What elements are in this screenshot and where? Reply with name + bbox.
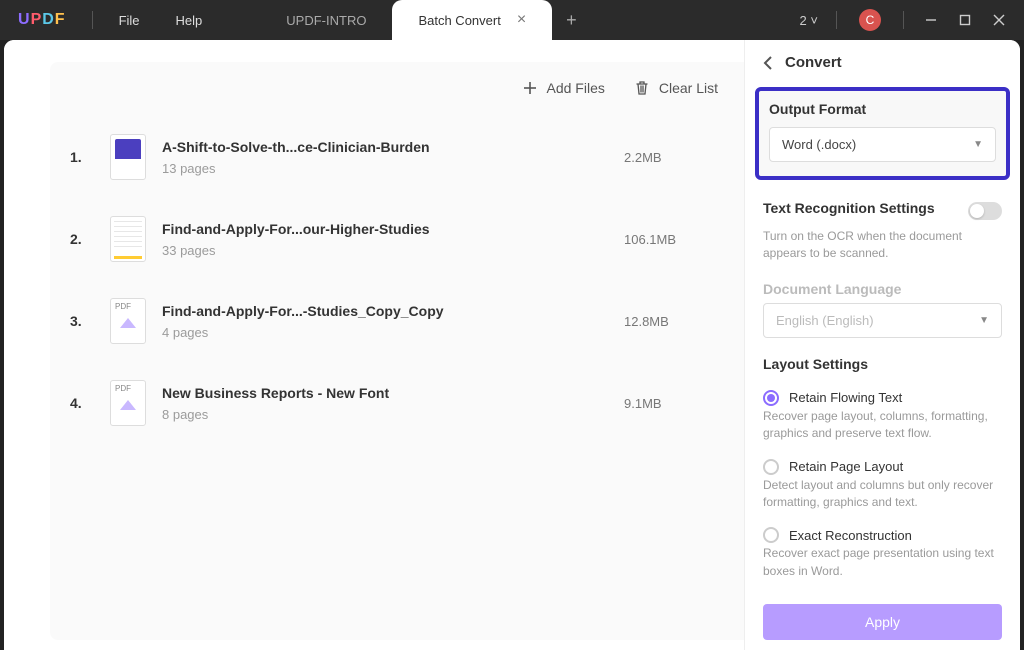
file-name: Find-and-Apply-For...our-Higher-Studies (162, 221, 624, 237)
file-pages: 4 pages (162, 325, 624, 340)
output-format-label: Output Format (769, 101, 996, 117)
file-name: A-Shift-to-Solve-th...ce-Clinician-Burde… (162, 139, 624, 155)
apply-button[interactable]: Apply (763, 604, 1002, 640)
file-meta: New Business Reports - New Font 8 pages (162, 385, 624, 422)
radio-description: Recover exact page presentation using te… (763, 545, 1002, 590)
tab-batch-convert[interactable]: Batch Convert × (392, 0, 552, 40)
titlebar: UPDF File Help UPDF-INTRO Batch Convert … (0, 0, 1024, 40)
radio-label: Exact Reconstruction (789, 528, 912, 543)
document-language-section: Document Language English (English) ▼ (745, 267, 1020, 342)
new-tab-button[interactable]: + (552, 0, 591, 40)
file-name: New Business Reports - New Font (162, 385, 624, 401)
list-item[interactable]: 1. A-Shift-to-Solve-th...ce-Clinician-Bu… (70, 116, 744, 198)
minimize-icon (925, 14, 937, 26)
maximize-icon (959, 14, 971, 26)
radio-retain-flowing-text[interactable]: Retain Flowing Text (763, 384, 1002, 408)
radio-exact-reconstruction[interactable]: Exact Reconstruction (763, 521, 1002, 545)
radio-retain-page-layout[interactable]: Retain Page Layout (763, 453, 1002, 477)
separator (836, 11, 837, 29)
document-language-label: Document Language (763, 281, 1002, 297)
clear-list-label: Clear List (659, 80, 718, 96)
clear-list-button[interactable]: Clear List (635, 80, 718, 96)
tab-label: Batch Convert (418, 13, 500, 28)
file-list: 1. A-Shift-to-Solve-th...ce-Clinician-Bu… (50, 104, 744, 444)
list-item[interactable]: 3. PDF Find-and-Apply-For...-Studies_Cop… (70, 280, 744, 362)
document-language-select[interactable]: English (English) ▼ (763, 303, 1002, 338)
maximize-button[interactable] (950, 5, 980, 35)
add-files-label: Add Files (547, 80, 605, 96)
back-button[interactable] (763, 56, 775, 70)
radio-label: Retain Page Layout (789, 459, 903, 474)
layout-settings-section: Layout Settings Retain Flowing Text Reco… (745, 342, 1020, 594)
file-meta: Find-and-Apply-For...our-Higher-Studies … (162, 221, 624, 258)
close-icon[interactable]: × (517, 11, 526, 29)
radio-icon (763, 527, 779, 543)
file-name: Find-and-Apply-For...-Studies_Copy_Copy (162, 303, 624, 319)
file-list-pane: Add Files Clear List 1. A-Shift-to-Solve… (50, 62, 744, 640)
ocr-description: Turn on the OCR when the document appear… (763, 228, 1002, 263)
menu-file[interactable]: File (101, 13, 158, 28)
radio-icon (763, 459, 779, 475)
file-pages: 33 pages (162, 243, 624, 258)
separator (903, 11, 904, 29)
minimize-button[interactable] (916, 5, 946, 35)
menu-help[interactable]: Help (158, 13, 221, 28)
file-thumbnail (110, 216, 146, 262)
separator (92, 11, 93, 29)
file-pages: 8 pages (162, 407, 624, 422)
file-meta: Find-and-Apply-For...-Studies_Copy_Copy … (162, 303, 624, 340)
convert-panel: Convert Output Format Word (.docx) ▼ Tex… (744, 40, 1020, 650)
file-meta: A-Shift-to-Solve-th...ce-Clinician-Burde… (162, 139, 624, 176)
radio-label: Retain Flowing Text (789, 390, 902, 405)
ocr-title: Text Recognition Settings (763, 200, 935, 216)
trash-icon (635, 80, 649, 96)
list-item[interactable]: 2. Find-and-Apply-For...our-Higher-Studi… (70, 198, 744, 280)
file-size: 12.8MB (624, 314, 744, 329)
panel-title: Convert (785, 54, 842, 71)
radio-icon (763, 390, 779, 406)
open-docs-count[interactable]: 2 ˅ (794, 13, 824, 28)
file-thumbnail (110, 134, 146, 180)
tab-strip: UPDF-INTRO Batch Convert × + (260, 0, 793, 40)
tab-updf-intro[interactable]: UPDF-INTRO (260, 0, 392, 40)
file-thumbnail: PDF (110, 380, 146, 426)
document-language-value: English (English) (776, 313, 874, 328)
layout-settings-title: Layout Settings (763, 356, 1002, 372)
file-size: 106.1MB (624, 232, 744, 247)
user-avatar[interactable]: C (859, 9, 881, 31)
tab-label: UPDF-INTRO (286, 13, 366, 28)
row-index: 3. (70, 313, 94, 329)
app-logo: UPDF (0, 11, 84, 29)
output-format-value: Word (.docx) (782, 137, 856, 152)
chevron-down-icon: ▼ (979, 315, 989, 326)
ocr-toggle[interactable] (968, 202, 1002, 220)
file-size: 2.2MB (624, 150, 744, 165)
file-size: 9.1MB (624, 396, 744, 411)
plus-icon (523, 81, 537, 95)
file-thumbnail: PDF (110, 298, 146, 344)
left-gutter (4, 40, 50, 650)
window-controls: 2 ˅ C (794, 5, 1024, 35)
chevron-down-icon: ˅ (810, 13, 818, 28)
file-list-toolbar: Add Files Clear List (50, 62, 744, 104)
close-button[interactable] (984, 5, 1014, 35)
output-format-select[interactable]: Word (.docx) ▼ (769, 127, 996, 162)
workspace: Add Files Clear List 1. A-Shift-to-Solve… (4, 40, 1020, 650)
radio-description: Detect layout and columns but only recov… (763, 477, 1002, 522)
chevron-down-icon: ▼ (973, 139, 983, 150)
close-icon (993, 14, 1005, 26)
panel-header: Convert (745, 40, 1020, 85)
row-index: 2. (70, 231, 94, 247)
radio-description: Recover page layout, columns, formatting… (763, 408, 1002, 453)
file-pages: 13 pages (162, 161, 624, 176)
row-index: 4. (70, 395, 94, 411)
row-index: 1. (70, 149, 94, 165)
chevron-left-icon (763, 56, 773, 70)
list-item[interactable]: 4. PDF New Business Reports - New Font 8… (70, 362, 744, 444)
add-files-button[interactable]: Add Files (523, 80, 605, 96)
ocr-section: Text Recognition Settings Turn on the OC… (745, 186, 1020, 267)
output-format-section: Output Format Word (.docx) ▼ (755, 87, 1010, 180)
